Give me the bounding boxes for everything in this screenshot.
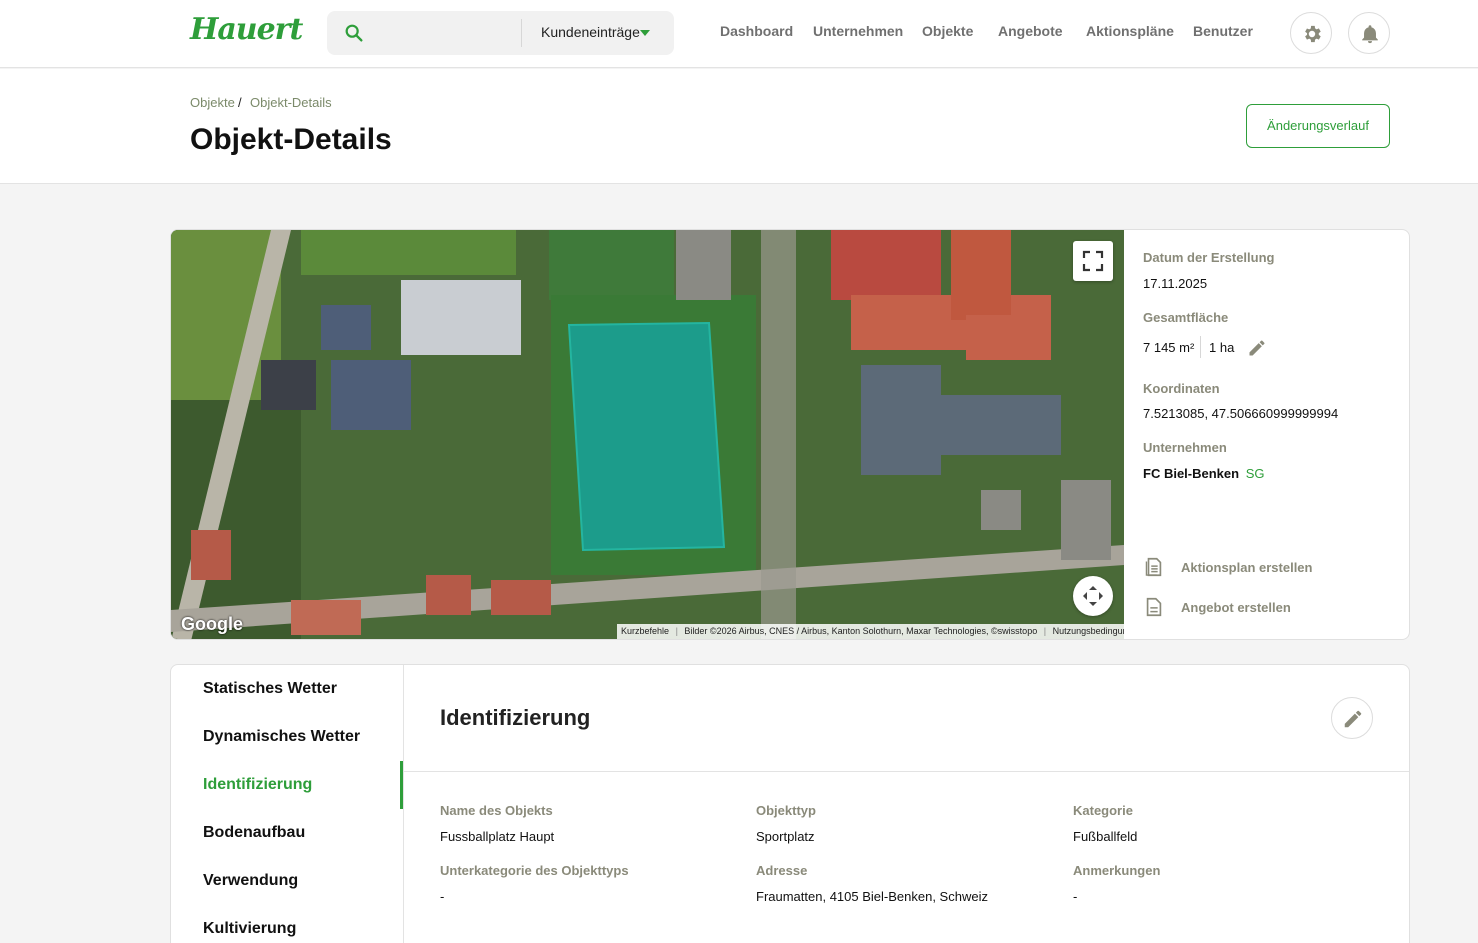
- move-arrows-icon: [1083, 586, 1103, 606]
- fullscreen-button[interactable]: [1073, 241, 1113, 281]
- fullscreen-icon: [1082, 250, 1104, 272]
- field-value-category: Fußballfeld: [1073, 829, 1138, 844]
- field-label-object-name: Name des Objekts: [440, 803, 553, 818]
- map-imagery-credit: Bilder ©2026 Airbus, CNES / Airbus, Kant…: [684, 626, 1038, 636]
- settings-button[interactable]: [1290, 12, 1332, 54]
- area-m2-value: 7 145 m²: [1143, 340, 1195, 355]
- field-label-category: Kategorie: [1073, 803, 1133, 818]
- field-label-notes: Anmerkungen: [1073, 863, 1161, 878]
- breadcrumb-objekte[interactable]: Objekte: [190, 95, 235, 110]
- nav-dashboard[interactable]: Dashboard: [720, 23, 793, 39]
- sidenav-static-weather[interactable]: Statisches Wetter: [203, 680, 337, 698]
- satellite-map[interactable]: Google Kurzbefehle | Bilder ©2026 Airbus…: [171, 230, 1124, 639]
- created-date-value: 17.11.2025: [1143, 276, 1208, 291]
- search-divider: [521, 19, 522, 47]
- sidenav-cultivation[interactable]: Kultivierung: [203, 920, 296, 938]
- hauert-logo[interactable]: Hauert: [190, 12, 303, 52]
- gear-icon: [1305, 25, 1321, 43]
- sidenav-dynamic-weather[interactable]: Dynamisches Wetter: [203, 728, 360, 746]
- area-divider: [1200, 336, 1201, 358]
- map-terms-link[interactable]: Nutzungsbedingungen: [1053, 626, 1124, 636]
- object-details-card: Statisches Wetter Dynamisches Wetter Ide…: [170, 664, 1410, 943]
- company-label: Unternehmen: [1143, 440, 1227, 455]
- breadcrumb-separator: /: [238, 95, 242, 110]
- field-value-subcategory: -: [440, 889, 445, 904]
- breadcrumb-current: Objekt-Details: [250, 95, 332, 110]
- active-indicator: [400, 761, 403, 809]
- pencil-icon: [1344, 710, 1362, 728]
- company-tag: SG: [1245, 466, 1265, 481]
- field-label-subcategory: Unterkategorie des Objekttyps: [440, 863, 629, 878]
- object-info-panel: Datum der Erstellung 17.11.2025 Gesamtfl…: [1143, 230, 1409, 639]
- sidenav-soil-structure[interactable]: Bodenaufbau: [203, 824, 305, 842]
- sidenav-usage[interactable]: Verwendung: [203, 872, 298, 890]
- coordinates-value: 7.5213085, 47.506660999999994: [1143, 406, 1339, 421]
- map-attribution: Kurzbefehle | Bilder ©2026 Airbus, CNES …: [617, 624, 1124, 639]
- area-ha-value: 1 ha: [1209, 340, 1235, 355]
- details-side-navigation: Statisches Wetter Dynamisches Wetter Ide…: [171, 665, 404, 943]
- field-value-notes: -: [1073, 889, 1078, 904]
- satellite-imagery: [171, 230, 1124, 639]
- chevron-down-icon[interactable]: [640, 30, 650, 36]
- field-label-address: Adresse: [756, 863, 808, 878]
- nav-unternehmen[interactable]: Unternehmen: [813, 23, 903, 39]
- map-pan-control[interactable]: [1073, 576, 1113, 616]
- document-list-icon: [1145, 557, 1162, 577]
- nav-aktionsplaene[interactable]: Aktionspläne: [1086, 23, 1174, 39]
- document-icon: [1146, 597, 1162, 617]
- total-area-label: Gesamtfläche: [1143, 310, 1229, 325]
- create-action-plan-button[interactable]: Aktionsplan erstellen: [1181, 560, 1312, 575]
- coordinates-label: Koordinaten: [1143, 381, 1220, 396]
- pencil-icon[interactable]: [1247, 338, 1267, 358]
- sidenav-identification[interactable]: Identifizierung: [203, 776, 312, 794]
- nav-angebote[interactable]: Angebote: [998, 23, 1063, 39]
- field-value-object-name: Fussballplatz Haupt: [440, 829, 555, 844]
- nav-benutzer[interactable]: Benutzer: [1193, 23, 1253, 39]
- top-navigation-bar: Hauert Kundeneinträge Dashboard Unterneh…: [0, 0, 1478, 68]
- created-date-label: Datum der Erstellung: [1143, 250, 1275, 265]
- search-icon[interactable]: [343, 22, 365, 44]
- edit-identification-button[interactable]: [1331, 697, 1373, 739]
- field-value-address: Fraumatten, 4105 Biel-Benken, Schweiz: [756, 889, 988, 904]
- section-title: Identifizierung: [440, 705, 591, 730]
- google-logo: Google: [181, 614, 243, 634]
- change-history-button[interactable]: Änderungsverlauf: [1246, 104, 1390, 148]
- nav-objekte[interactable]: Objekte: [922, 23, 973, 39]
- field-label-object-type: Objekttyp: [756, 803, 816, 818]
- field-value-object-type: Sportplatz: [756, 829, 815, 844]
- section-divider: [404, 771, 1409, 772]
- search-bar: Kundeneinträge: [327, 11, 674, 55]
- search-scope-select[interactable]: Kundeneinträge: [541, 24, 640, 40]
- notifications-button[interactable]: [1348, 12, 1390, 54]
- map-shortcuts-link[interactable]: Kurzbefehle: [621, 626, 669, 636]
- page-title: Objekt-Details: [190, 123, 392, 156]
- object-overview-card: Google Kurzbefehle | Bilder ©2026 Airbus…: [170, 229, 1410, 640]
- company-name: FC Biel-Benken: [1143, 466, 1240, 481]
- page-header: Objekte / Objekt-Details Objekt-Details …: [0, 69, 1478, 184]
- company-link[interactable]: FC Biel-Benken SG: [1143, 466, 1265, 481]
- bell-icon: [1362, 25, 1378, 44]
- create-offer-button[interactable]: Angebot erstellen: [1181, 600, 1291, 615]
